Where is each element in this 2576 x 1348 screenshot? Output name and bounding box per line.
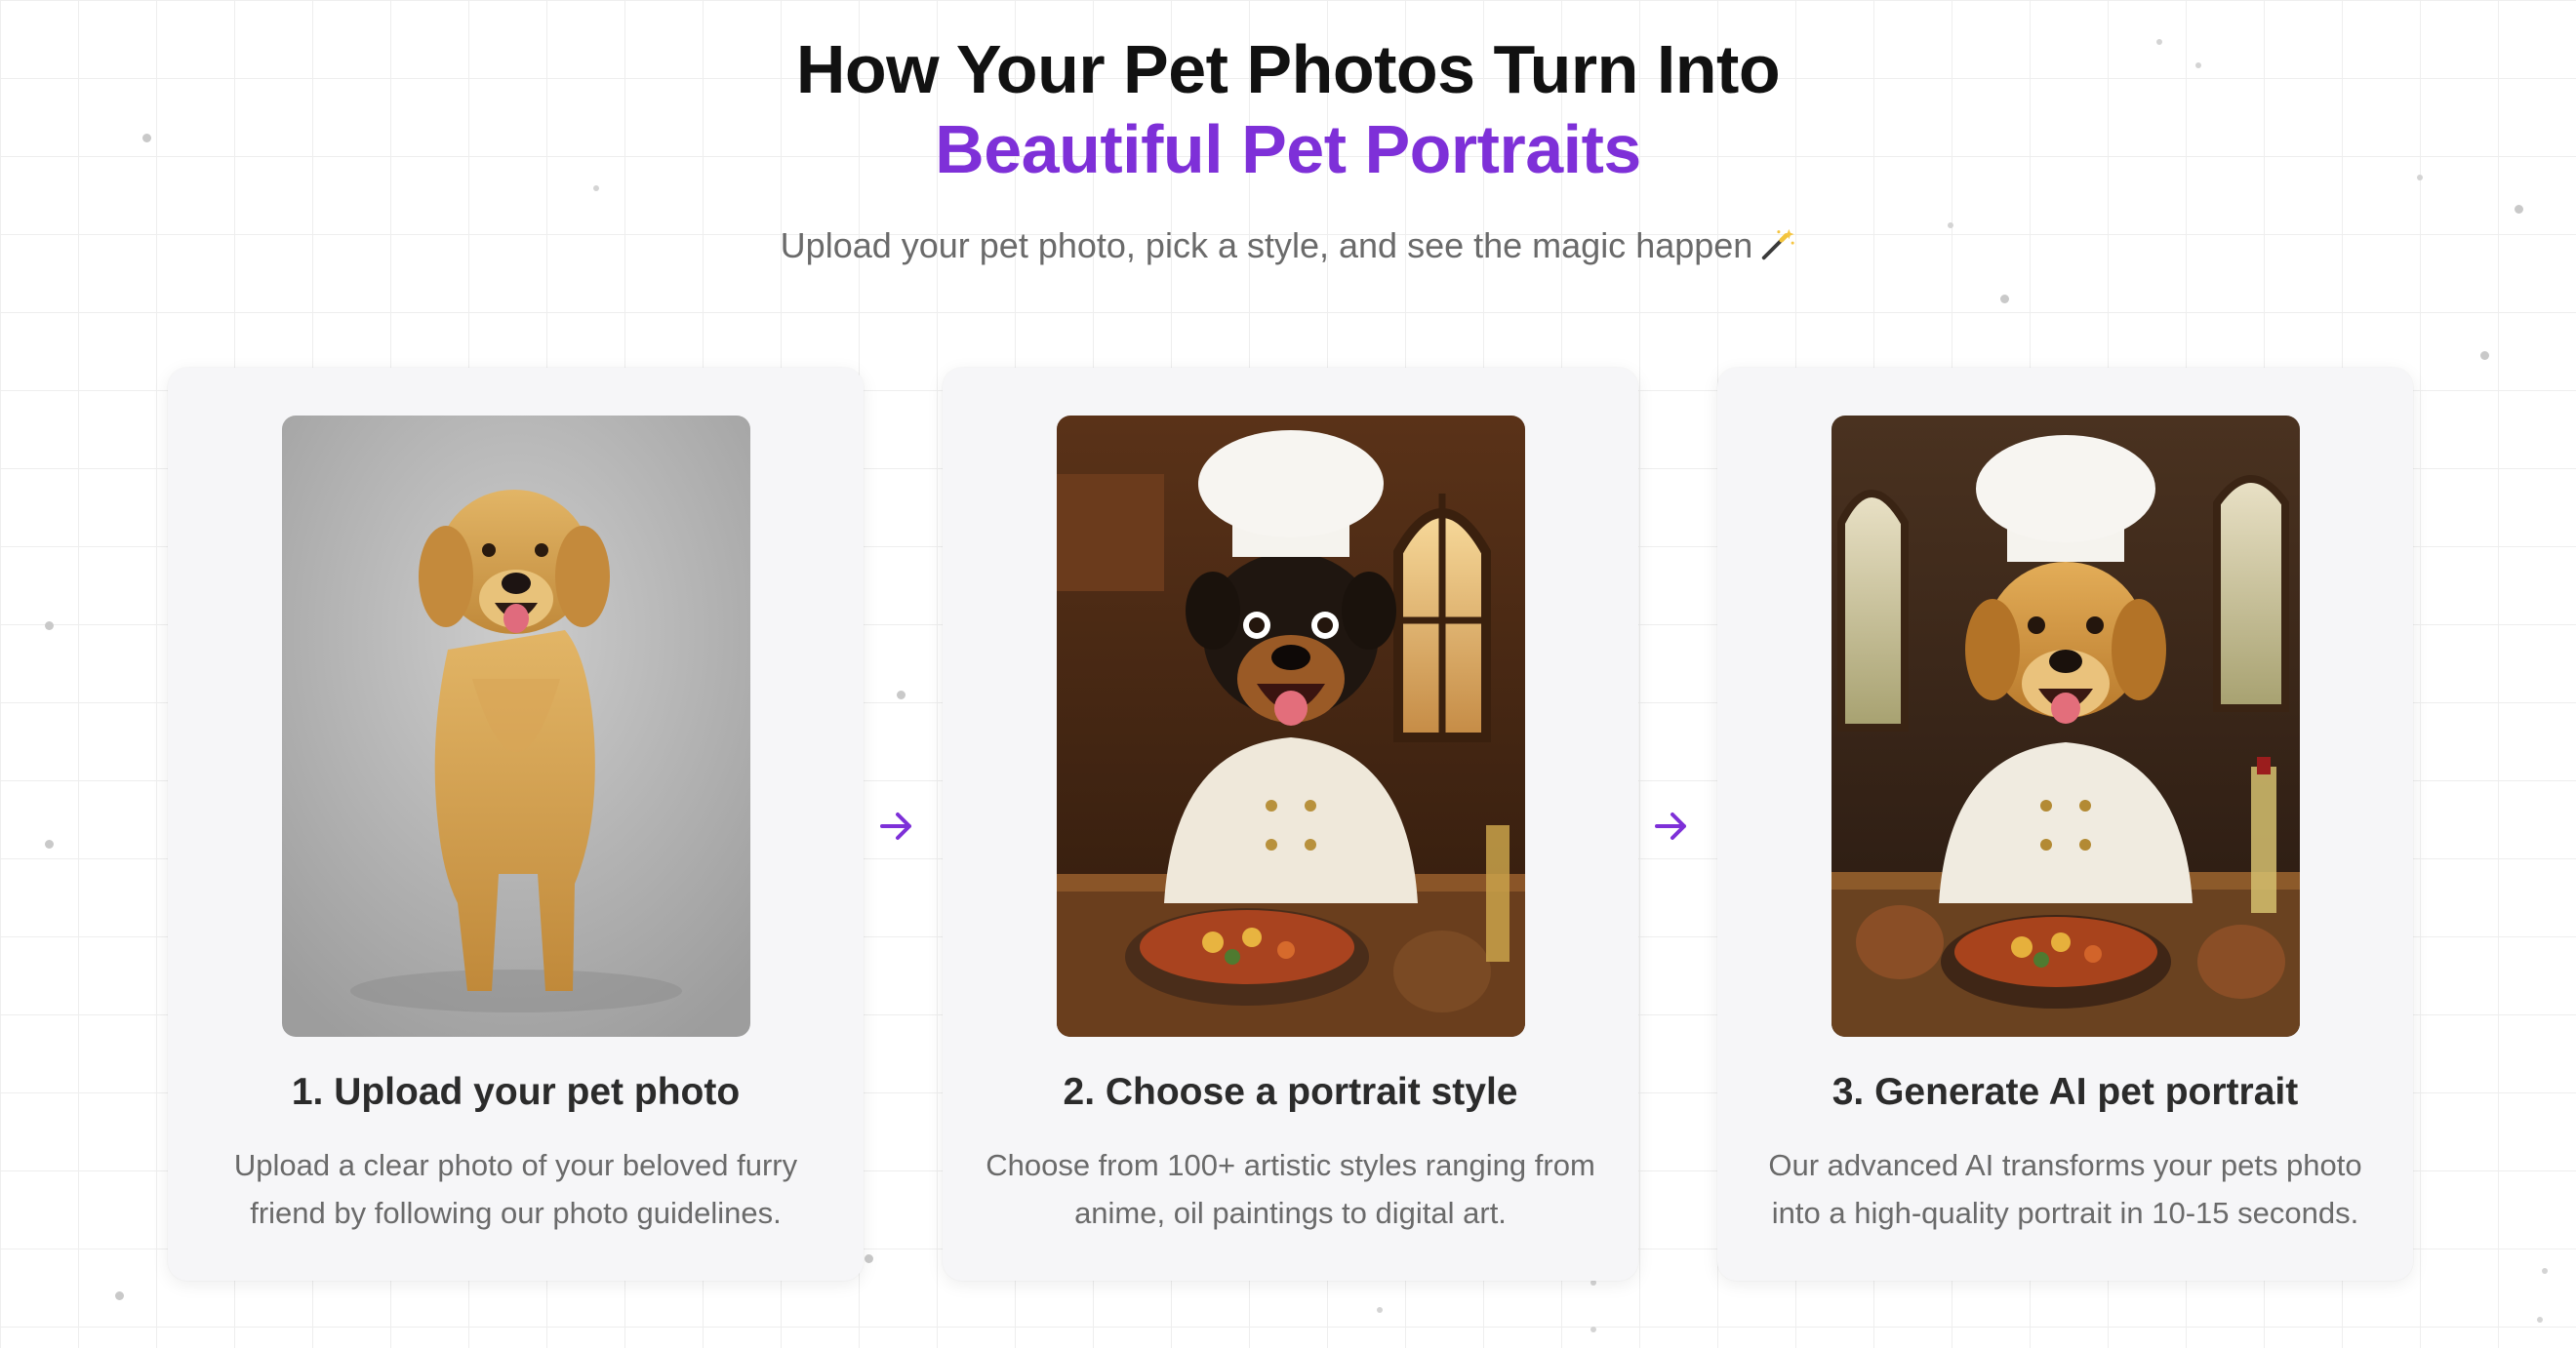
- page-title: How Your Pet Photos Turn Into Beautiful …: [0, 29, 2576, 189]
- step-card-generate: 3. Generate AI pet portrait Our advanced…: [1717, 368, 2413, 1281]
- rottweiler-chef-portrait: [1057, 416, 1525, 1037]
- step-description: Upload a clear photo of your beloved fur…: [233, 1148, 798, 1230]
- step-title: 3. Generate AI pet portrait: [1831, 1071, 2299, 1113]
- arrow-right-icon: [880, 813, 911, 840]
- section-header: How Your Pet Photos Turn Into Beautiful …: [0, 29, 2576, 267]
- magic-wand-icon: [1762, 228, 1794, 260]
- title-line-1: How Your Pet Photos Turn Into: [795, 31, 1781, 107]
- arrow-right-icon: [1655, 813, 1686, 840]
- step-title: 1. Upload your pet photo: [291, 1071, 741, 1113]
- step-card-style: 2. Choose a portrait style Choose from 1…: [943, 368, 1638, 1281]
- golden-retriever-chef-portrait: [1831, 416, 2300, 1037]
- step-card-upload: 1. Upload your pet photo Upload a clear …: [168, 368, 864, 1281]
- subtitle-text: Upload your pet photo, pick a style, and…: [780, 225, 1753, 265]
- step-description: Our advanced AI transforms your pets pho…: [1768, 1148, 2362, 1230]
- step-title: 2. Choose a portrait style: [1063, 1071, 1518, 1113]
- title-line-2-highlight: Beautiful Pet Portraits: [935, 111, 1641, 187]
- step-description: Choose from 100+ artistic styles ranging…: [986, 1148, 1595, 1230]
- golden-retriever-photo: [282, 416, 750, 1037]
- subtitle: Upload your pet photo, pick a style, and…: [0, 224, 2576, 267]
